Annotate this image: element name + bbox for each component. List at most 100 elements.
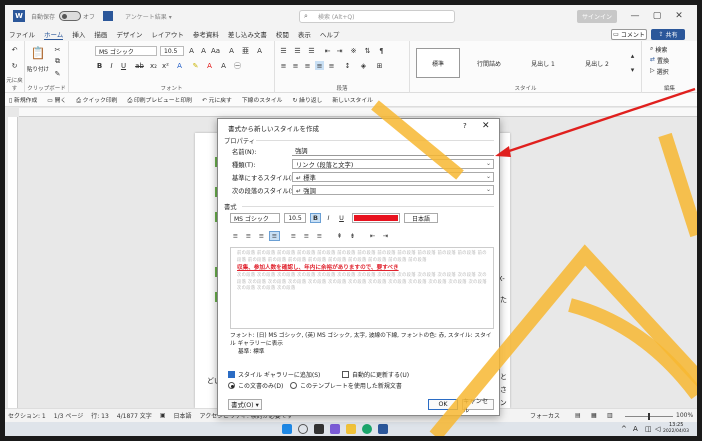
- clear-format-icon[interactable]: A: [227, 46, 236, 55]
- dialog-size-select[interactable]: 10.5: [284, 213, 306, 223]
- dialog-line-1-icon[interactable]: ≡: [301, 231, 312, 241]
- explorer-icon[interactable]: [346, 424, 356, 434]
- dialog-justify-icon[interactable]: ≡: [269, 231, 280, 241]
- taskbar-search-icon[interactable]: [298, 424, 308, 434]
- align-center-icon[interactable]: ≡: [291, 61, 300, 70]
- share-button[interactable]: ⇪ 共有: [651, 29, 685, 40]
- qat-undo[interactable]: ↶ 元に戻す: [202, 95, 232, 104]
- qat-new-style[interactable]: 新しいスタイル: [332, 95, 373, 104]
- sort-icon[interactable]: ⇅: [363, 46, 372, 55]
- menu-insert[interactable]: 挿入: [72, 29, 85, 39]
- borders-icon[interactable]: ⊞: [375, 61, 384, 70]
- comment-button[interactable]: ▭ コメント: [611, 29, 647, 40]
- menu-view[interactable]: 表示: [298, 29, 311, 39]
- styles-more-icon[interactable]: ▾: [628, 65, 637, 74]
- qat-repeat[interactable]: ↻ 繰り返し: [292, 95, 322, 104]
- underline-icon[interactable]: U: [119, 61, 128, 70]
- superscript-icon[interactable]: x²: [161, 61, 170, 70]
- widgets-icon[interactable]: [330, 424, 340, 434]
- cancel-button[interactable]: キャンセル: [462, 398, 494, 414]
- redo-icon[interactable]: ↻: [10, 61, 19, 70]
- dialog-indent-inc-icon[interactable]: ⇥: [380, 231, 391, 241]
- font-size-select[interactable]: 10.5: [160, 46, 184, 56]
- base-style-select[interactable]: ↵ 標準 ⌄: [292, 172, 494, 182]
- zoom-thumb[interactable]: [648, 413, 650, 420]
- close-button[interactable]: ✕: [671, 8, 687, 24]
- windows-start-icon[interactable]: [282, 424, 292, 434]
- styles-scroll-icon[interactable]: ▴: [628, 51, 637, 60]
- maximize-button[interactable]: ▢: [649, 8, 665, 24]
- menu-layout[interactable]: レイアウト: [151, 29, 184, 39]
- line-spacing-icon[interactable]: ↕: [343, 61, 352, 70]
- copy-icon[interactable]: ⧉: [53, 57, 62, 66]
- find-button[interactable]: ⌕ 検索: [650, 45, 667, 54]
- format-menu-button[interactable]: 書式(O) ▾: [228, 399, 262, 410]
- qat-print-preview[interactable]: ⎙ 印刷プレビューと印刷: [127, 95, 191, 105]
- text-effect-icon[interactable]: A: [175, 61, 184, 70]
- multilevel-icon[interactable]: ☰: [307, 46, 316, 55]
- undo-icon[interactable]: ↶: [10, 45, 19, 54]
- dialog-indent-dec-icon[interactable]: ⇤: [367, 231, 378, 241]
- qat-quick-print[interactable]: ⎙ クイック印刷: [76, 95, 117, 105]
- clock-time[interactable]: 13:25: [669, 422, 683, 428]
- next-style-select[interactable]: ↵ 強調 ⌄: [292, 185, 494, 195]
- style-no-spacing[interactable]: 行間詰め: [464, 48, 514, 78]
- show-marks-icon[interactable]: ¶: [377, 46, 386, 55]
- status-line[interactable]: 行: 13: [91, 411, 109, 420]
- style-heading2[interactable]: 見出し 2: [572, 48, 622, 78]
- subscript-icon[interactable]: x₂: [149, 61, 158, 70]
- justify-icon[interactable]: ≡: [315, 61, 324, 70]
- volume-icon[interactable]: ◁: [655, 425, 660, 433]
- help-icon[interactable]: ?: [463, 122, 467, 130]
- dialog-align-center-icon[interactable]: ≡: [243, 231, 254, 241]
- status-language[interactable]: 日本語: [173, 411, 191, 420]
- qat-open[interactable]: ▭ 開く: [47, 95, 66, 104]
- align-left-icon[interactable]: ≡: [279, 61, 288, 70]
- asian-layout-icon[interactable]: ※: [349, 46, 358, 55]
- style-type-select[interactable]: リンク (段落と文字) ⌄: [292, 159, 494, 169]
- style-normal[interactable]: 標準: [416, 48, 460, 78]
- menu-references[interactable]: 参考資料: [193, 29, 219, 39]
- minimize-button[interactable]: —: [627, 8, 643, 24]
- zoom-level[interactable]: 100%: [676, 412, 693, 419]
- word-taskbar-icon[interactable]: [378, 424, 388, 434]
- style-heading1[interactable]: 見出し 1: [518, 48, 568, 78]
- web-layout-icon[interactable]: ▥: [607, 412, 613, 419]
- phonetic-icon[interactable]: 亜: [241, 46, 250, 55]
- dialog-spacing-down-icon[interactable]: ⇟: [347, 231, 358, 241]
- select-button[interactable]: ▷ 選択: [650, 67, 669, 76]
- dialog-align-left-icon[interactable]: ≡: [230, 231, 241, 241]
- auto-update-checkbox[interactable]: 自動的に更新する(U): [342, 370, 409, 379]
- italic-icon[interactable]: I: [107, 61, 116, 70]
- grow-font-icon[interactable]: A: [187, 46, 196, 55]
- dialog-color-select[interactable]: [352, 213, 400, 223]
- menu-design[interactable]: デザイン: [116, 29, 142, 39]
- dialog-language-select[interactable]: 日本語: [404, 213, 438, 223]
- paste-icon[interactable]: 📋: [31, 45, 46, 61]
- print-layout-icon[interactable]: ▦: [591, 412, 597, 419]
- proofing-icon[interactable]: ▣: [160, 412, 166, 419]
- decrease-indent-icon[interactable]: ⇤: [323, 46, 332, 55]
- bold-icon[interactable]: B: [95, 61, 104, 70]
- change-case-icon[interactable]: Aa: [211, 46, 220, 55]
- strike-icon[interactable]: ab: [135, 61, 144, 70]
- focus-button[interactable]: フォーカス: [530, 411, 560, 420]
- dialog-spacing-up-icon[interactable]: ⇞: [334, 231, 345, 241]
- horizontal-ruler[interactable]: [19, 108, 697, 117]
- dialog-bold-button[interactable]: B: [310, 213, 321, 223]
- task-view-icon[interactable]: [314, 424, 324, 434]
- menu-review[interactable]: 校閲: [276, 29, 289, 39]
- dialog-line-2-icon[interactable]: ≡: [314, 231, 325, 241]
- ime-indicator[interactable]: A: [633, 425, 638, 433]
- menu-help[interactable]: ヘルプ: [320, 29, 340, 39]
- status-section[interactable]: セクション: 1: [8, 411, 46, 420]
- bullets-icon[interactable]: ☰: [279, 46, 288, 55]
- shrink-font-icon[interactable]: A: [199, 46, 208, 55]
- autosave-toggle[interactable]: [59, 11, 82, 21]
- replace-button[interactable]: ⇄ 置換: [650, 56, 669, 65]
- format-painter-icon[interactable]: ✎: [53, 69, 62, 78]
- network-icon[interactable]: ◫: [645, 425, 652, 433]
- dialog-italic-button[interactable]: I: [323, 213, 334, 223]
- this-document-radio[interactable]: この文書のみ(D): [228, 381, 283, 390]
- edge-icon[interactable]: [362, 424, 372, 434]
